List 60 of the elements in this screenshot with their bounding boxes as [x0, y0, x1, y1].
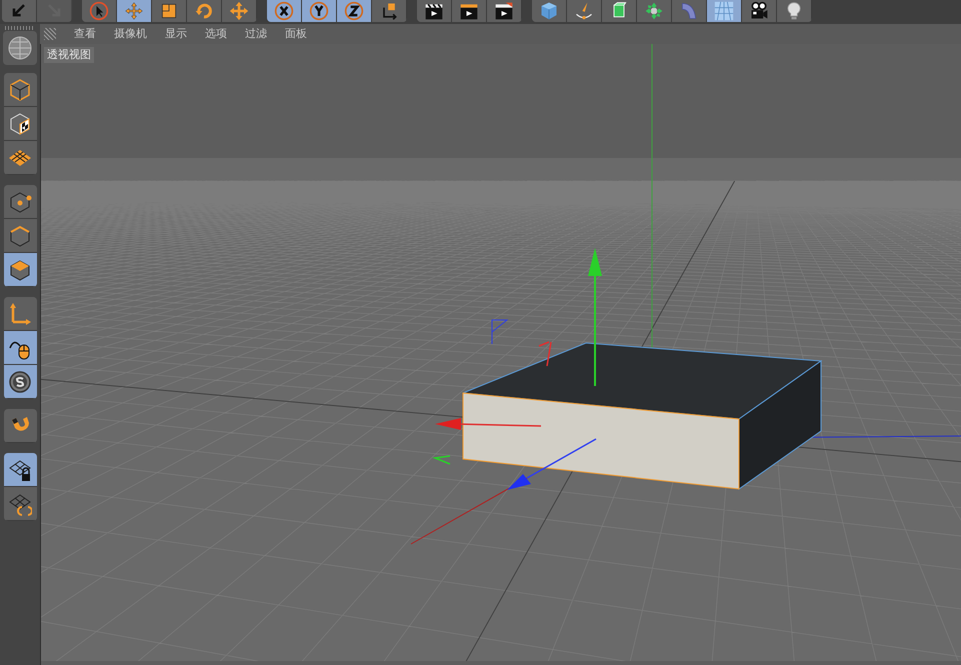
menu-item[interactable]: 选项 [205, 26, 227, 42]
bent-tube-icon [679, 1, 699, 21]
menu-item[interactable]: 查看 [74, 26, 96, 42]
tool-button[interactable] [417, 0, 452, 22]
tool-button[interactable] [302, 0, 337, 22]
grip-icon [5, 26, 35, 30]
mode-button[interactable] [4, 219, 36, 253]
tool-button[interactable] [602, 0, 637, 22]
mode-button[interactable] [4, 365, 36, 399]
grid-lock-icon [8, 458, 32, 482]
x-letter-icon [274, 1, 294, 21]
menu-item[interactable]: 摄像机 [114, 26, 147, 42]
tool-button[interactable] [372, 0, 407, 22]
globe-icon [7, 35, 33, 61]
pen-curve-icon [574, 1, 594, 21]
move-arrows-icon [229, 1, 249, 21]
tool-button[interactable] [777, 0, 812, 22]
tool-button[interactable] [637, 0, 672, 22]
checker-cube-icon [8, 112, 32, 136]
view-layout-button[interactable] [3, 31, 37, 65]
cube-edges-icon [8, 224, 32, 248]
grid-sync-icon [8, 492, 32, 516]
tool-button[interactable] [152, 0, 187, 22]
cube-icon [539, 1, 559, 21]
menu-item[interactable]: 显示 [165, 26, 187, 42]
rotate-arrows-icon [194, 1, 214, 21]
camera-icon [749, 1, 769, 21]
tool-button[interactable] [532, 0, 567, 22]
scale-squares-icon [159, 1, 179, 21]
cube-face-icon [8, 258, 32, 282]
tool-button[interactable] [337, 0, 372, 22]
mode-button[interactable] [4, 331, 36, 365]
mode-button[interactable] [4, 107, 36, 141]
menu-item[interactable]: 面板 [285, 26, 307, 42]
snap-s-icon [8, 370, 32, 394]
mode-button[interactable] [4, 487, 36, 521]
floor-grid-icon [714, 1, 734, 21]
mode-button[interactable] [4, 73, 36, 107]
mode-button[interactable] [4, 185, 36, 219]
mode-button[interactable] [4, 453, 36, 487]
move-arrows-icon [124, 1, 144, 21]
tool-button[interactable] [267, 0, 302, 22]
tool-button[interactable] [487, 0, 522, 22]
y-letter-icon [309, 1, 329, 21]
tool-button[interactable] [742, 0, 777, 22]
clapperboard-icon [494, 1, 514, 21]
cube-icon [8, 78, 32, 102]
cursor-icon [89, 1, 109, 21]
menu-item[interactable]: 过滤 [245, 26, 267, 42]
cube-cluster-icon [644, 1, 664, 21]
tool-button[interactable] [452, 0, 487, 22]
cube-points-icon [8, 190, 32, 214]
clapperboard-icon [424, 1, 444, 21]
axis-arrows-icon [8, 302, 32, 326]
grip-icon [44, 28, 56, 40]
z-letter-icon [344, 1, 364, 21]
viewport-label: 透视视图 [44, 47, 94, 63]
mode-button[interactable] [4, 141, 36, 175]
tool-button[interactable] [707, 0, 742, 22]
mode-button[interactable] [4, 253, 36, 287]
